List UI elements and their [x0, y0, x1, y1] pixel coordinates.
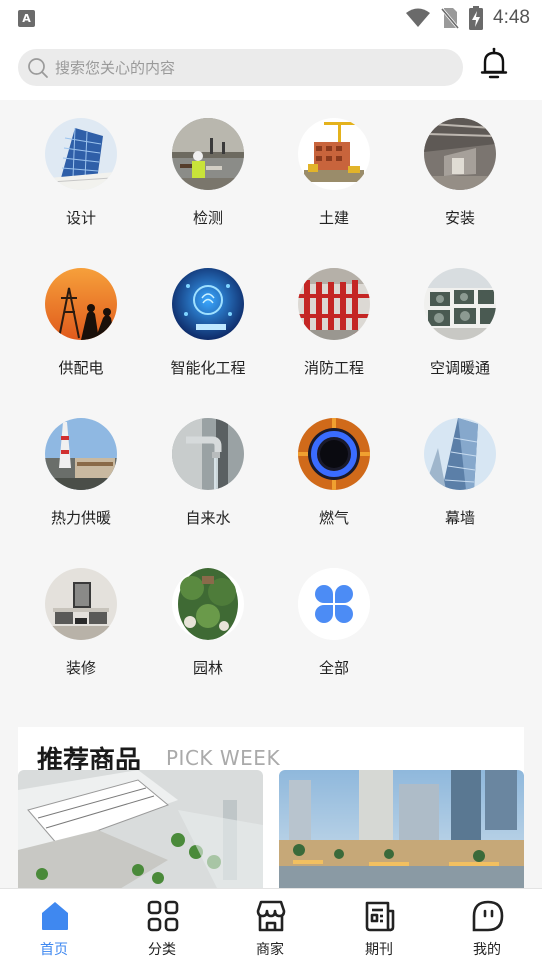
category-design[interactable]: 设计 — [18, 100, 144, 227]
app-notification-icon: A — [18, 10, 35, 27]
civil-construction-icon — [298, 118, 370, 190]
product-card[interactable] — [279, 770, 524, 890]
category-civil[interactable]: 土建 — [271, 100, 397, 227]
battery-charging-icon — [469, 6, 484, 30]
category-all[interactable]: 全部 — [271, 550, 397, 677]
search-icon — [28, 58, 48, 78]
nav-item-home[interactable]: 首页 — [0, 889, 108, 965]
category-label: 空调暖通 — [429, 359, 490, 377]
curtain-wall-icon — [424, 418, 496, 490]
no-sim-icon — [441, 8, 460, 29]
category-label: 全部 — [318, 659, 349, 677]
search-placeholder: 搜索您关心的内容 — [55, 59, 176, 77]
status-indicators: 4:48 — [405, 6, 530, 30]
design-building-icon — [45, 118, 117, 190]
decoration-icon — [45, 568, 117, 640]
category-gas[interactable]: 燃气 — [271, 400, 397, 527]
bottom-nav: 首页 分类 商家 期刊 我的 — [0, 888, 542, 965]
status-time: 4:48 — [493, 7, 530, 28]
hvac-icon — [424, 268, 496, 340]
installation-icon — [424, 118, 496, 190]
product-card[interactable] — [18, 770, 263, 890]
inspection-icon — [172, 118, 244, 190]
home-icon — [42, 902, 68, 930]
category-label: 设计 — [65, 209, 96, 227]
category-label: 热力供暖 — [50, 509, 111, 527]
product-image — [18, 770, 263, 890]
nav-item-category[interactable]: 分类 — [108, 889, 216, 965]
category-garden[interactable]: 园林 — [145, 550, 271, 677]
category-power-supply[interactable]: 供配电 — [18, 250, 144, 377]
category-label: 检测 — [192, 209, 223, 227]
gas-flame-icon — [298, 418, 370, 490]
category-label: 自来水 — [185, 509, 231, 527]
product-image — [279, 770, 524, 890]
category-label: 园林 — [192, 659, 223, 677]
category-label: 供配电 — [58, 359, 104, 377]
nav-item-journal[interactable]: 期刊 — [325, 889, 433, 965]
shop-icon — [256, 900, 286, 932]
nav-item-shop[interactable]: 商家 — [216, 889, 324, 965]
category-curtain-wall[interactable]: 幕墙 — [397, 400, 523, 527]
search-input[interactable]: 搜索您关心的内容 — [18, 49, 463, 86]
category-label: 幕墙 — [444, 509, 475, 527]
category-inspection[interactable]: 检测 — [145, 100, 271, 227]
garden-icon — [172, 568, 244, 640]
category-label: 智能化工程 — [170, 359, 246, 377]
category-grid-icon — [147, 900, 179, 932]
status-bar: A 4:48 — [0, 0, 542, 36]
nav-item-profile[interactable]: 我的 — [433, 889, 541, 965]
fire-protection-icon — [298, 268, 370, 340]
nav-label: 我的 — [473, 942, 501, 958]
section-subtitle: PICK WEEK — [166, 746, 281, 770]
bell-icon[interactable] — [479, 47, 509, 79]
category-water[interactable]: 自来水 — [145, 400, 271, 527]
category-hvac[interactable]: 空调暖通 — [397, 250, 523, 377]
nav-label: 分类 — [148, 942, 176, 958]
category-label: 土建 — [318, 209, 349, 227]
category-grid: 设计 检测 土建 安装 供配电 智能化工程 消防工程 空调暖通 热力供暖 自来水… — [0, 100, 542, 730]
power-supply-icon — [45, 268, 117, 340]
category-label: 燃气 — [318, 509, 349, 527]
recommend-section: 推荐商品 PICK WEEK — [18, 727, 524, 890]
nav-label: 商家 — [256, 942, 284, 958]
heating-icon — [45, 418, 117, 490]
category-installation[interactable]: 安装 — [397, 100, 523, 227]
nav-label: 首页 — [40, 942, 68, 958]
category-label: 消防工程 — [303, 359, 364, 377]
category-decoration[interactable]: 装修 — [18, 550, 144, 677]
category-heating[interactable]: 热力供暖 — [18, 400, 144, 527]
smart-engineering-icon — [172, 268, 244, 340]
wifi-icon — [406, 8, 431, 27]
profile-icon — [472, 900, 504, 932]
category-label: 安装 — [444, 209, 475, 227]
water-tap-icon — [172, 418, 244, 490]
nav-label: 期刊 — [365, 942, 393, 958]
category-fire-protection[interactable]: 消防工程 — [271, 250, 397, 377]
journal-icon — [365, 901, 395, 932]
all-categories-icon — [298, 568, 370, 640]
search-header: 搜索您关心的内容 — [0, 36, 542, 100]
category-label: 装修 — [65, 659, 96, 677]
category-smart-engineering[interactable]: 智能化工程 — [145, 250, 271, 377]
